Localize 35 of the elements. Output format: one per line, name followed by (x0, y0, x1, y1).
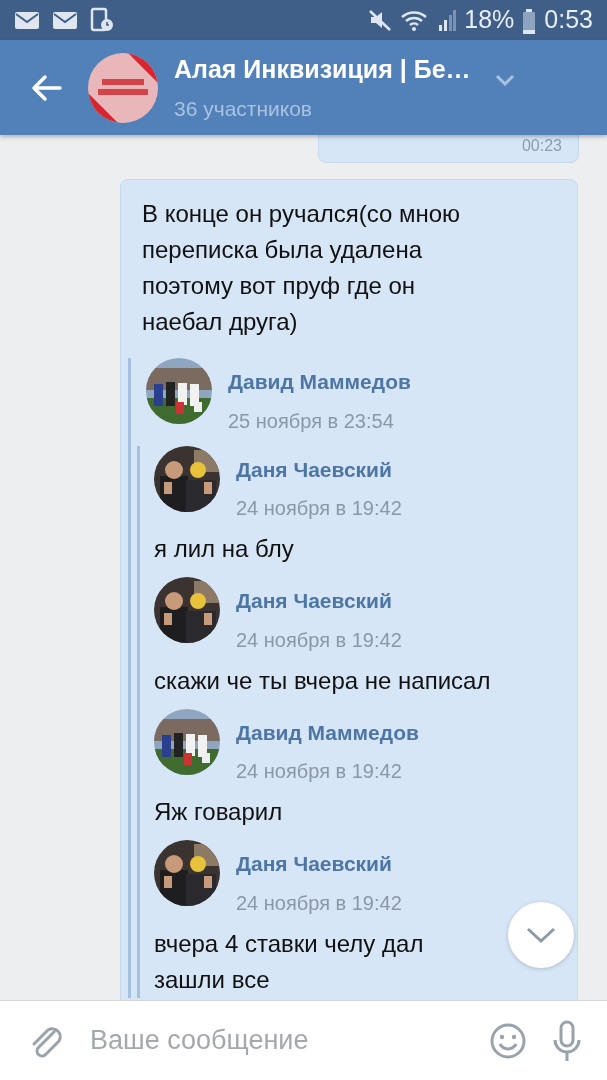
chat-title: Алая Инквизиция | Бе… (174, 54, 471, 85)
mail-icon (52, 9, 78, 31)
author-name[interactable]: Давид Маммедов (228, 366, 411, 398)
signal-icon (438, 8, 457, 32)
author-name[interactable]: Давид Маммедов (236, 716, 419, 748)
message-time: 00:23 (521, 136, 562, 156)
phone-clock-icon (90, 7, 114, 33)
smiley-icon (489, 1021, 527, 1060)
message-text: я лил на блу (154, 534, 295, 564)
chevron-down-icon[interactable] (494, 73, 515, 86)
microphone-button[interactable] (551, 1019, 583, 1062)
clock: 0:53 (544, 4, 593, 36)
message-date: 25 ноября в 23:54 (228, 408, 395, 434)
author-name[interactable]: Даня Чаевский (236, 848, 402, 880)
message-date: 24 ноября в 19:42 (236, 627, 402, 653)
emoji-button[interactable] (489, 1021, 527, 1060)
composer-bar[interactable]: Ваше сообщение (0, 1000, 607, 1080)
author-name[interactable]: Даня Чаевский (236, 453, 402, 485)
mail-icon (14, 9, 40, 31)
microphone-icon (551, 1019, 583, 1062)
battery-percent: 18% (464, 4, 515, 36)
message-text: скажи че ты вчера не написал (154, 665, 492, 696)
message-text: Яж говарил (154, 797, 284, 827)
battery-icon (522, 8, 537, 35)
message-date: 24 ноября в 19:42 (236, 890, 402, 916)
author-name[interactable]: Даня Чаевский (236, 585, 402, 617)
message-date: 24 ноября в 19:42 (236, 759, 403, 784)
message-text: вчера 4 ставки челу дал зашли все (154, 928, 425, 995)
back-button[interactable] (30, 72, 64, 103)
message-date: 24 ноября в 19:42 (236, 496, 402, 521)
member-count: 36 участников (174, 95, 314, 122)
back-icon (30, 72, 64, 103)
mute-icon (368, 8, 393, 32)
chevron-down-icon (526, 926, 556, 944)
message-text: В конце он ручался(со мною переписка была удалена поэтому вот пруф где он наебал друга) (142, 199, 462, 337)
